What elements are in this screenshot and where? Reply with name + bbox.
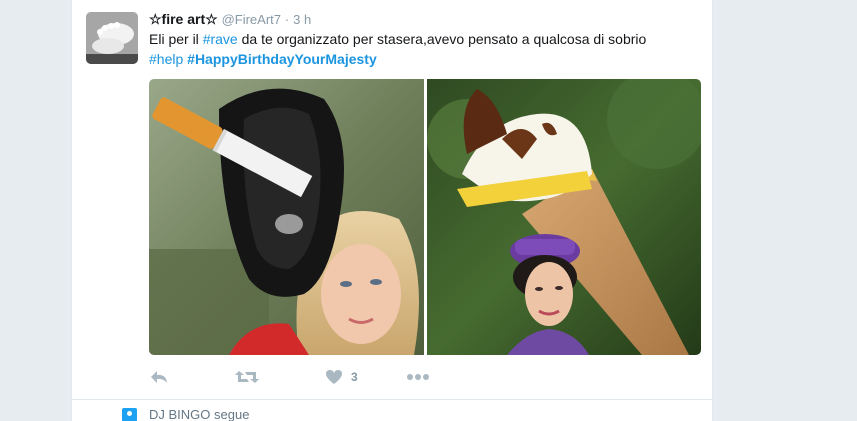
hashtag-happy-birthday[interactable]: #HappyBirthdayYourMajesty [187,51,377,67]
tweet-text: Eli per il #rave da te organizzato per s… [149,29,699,69]
tweet-text-part1: Eli per il [149,31,203,47]
photo-ashtray-hat[interactable] [149,79,424,355]
photo-icecream-hat-image [427,79,701,355]
like-button[interactable]: 3 [325,366,358,388]
header-separator: · [284,12,290,27]
hashtag-help[interactable]: #help [149,51,183,67]
tweet-header: ☆fire art☆ @FireArt7 · 3 h [149,9,311,30]
user-fullname[interactable]: ☆fire art☆ [149,11,218,27]
follow-notification[interactable]: DJ BINGO segue [122,406,249,421]
more-button[interactable] [407,366,429,388]
reply-button[interactable] [149,366,169,388]
tweet-media [149,79,701,355]
photo-ashtray-hat-image [149,79,424,355]
retweet-button[interactable] [235,366,259,388]
follow-person-icon [122,408,137,421]
tweet-timestamp[interactable]: 3 h [293,12,311,27]
avatar[interactable] [86,12,138,64]
user-handle[interactable]: @FireArt7 [222,12,281,27]
tweet-text-part2: da te organizzato per stasera,avevo pens… [237,31,647,47]
hashtag-rave[interactable]: #rave [203,31,238,47]
photo-icecream-hat[interactable] [427,79,701,355]
heart-icon [326,370,342,384]
reply-icon [151,371,167,383]
timeline-page: ☆fire art☆ @FireArt7 · 3 h Eli per il #r… [0,0,857,421]
retweet-icon [235,371,259,383]
like-count: 3 [351,370,358,384]
more-icon [407,374,429,380]
tweet[interactable]: ☆fire art☆ @FireArt7 · 3 h Eli per il #r… [72,0,712,400]
timeline-stream: ☆fire art☆ @FireArt7 · 3 h Eli per il #r… [71,0,713,421]
follow-notification-text: DJ BINGO segue [149,407,250,421]
avatar-image [86,12,138,64]
tweet-actions: 3 [149,366,469,388]
